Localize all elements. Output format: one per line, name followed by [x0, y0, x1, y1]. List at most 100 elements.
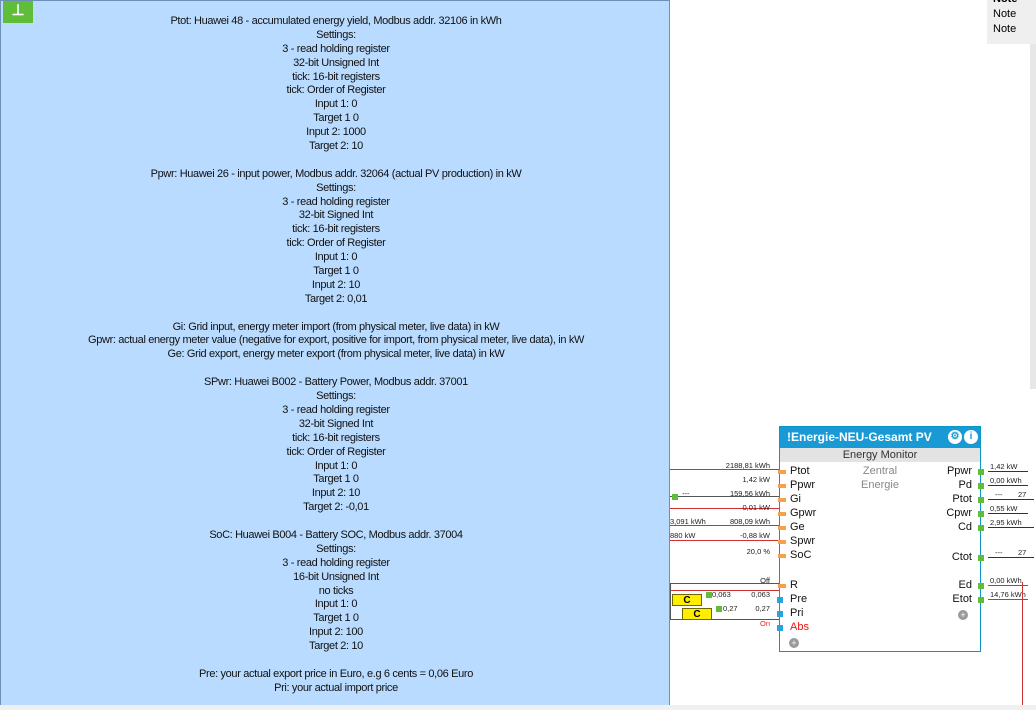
note-line: Ge: Grid export, energy meter export (fr… — [167, 348, 505, 361]
note-line: Settings: — [316, 390, 356, 403]
input-pre: Pre — [790, 593, 808, 605]
note-line: tick: 16-bit registers — [292, 70, 380, 83]
note-line: Ppwr: Huawei 26 - input power, Modbus ad… — [150, 167, 522, 180]
note-list-item[interactable]: Note — [987, 0, 1036, 7]
value-gi: 159,56 kWh — [729, 489, 770, 498]
note-line: Input 2: 10 — [311, 278, 361, 291]
center-text-1: Zentral — [862, 465, 898, 477]
output-port[interactable] — [978, 597, 984, 603]
wire — [670, 583, 671, 619]
wire — [988, 557, 1034, 558]
value-out-cd: 2,95 kWh — [990, 518, 1022, 527]
output-etot: Etot — [952, 593, 972, 605]
vertical-scrollbar[interactable] — [1030, 44, 1036, 389]
block-subtitle: Energy Monitor — [780, 448, 980, 462]
value-ppwr: 1,42 kW — [742, 475, 770, 484]
value-spwr: -0,88 kW — [739, 531, 770, 540]
value-spwr-left: 880 kW — [670, 531, 696, 540]
value-out-cpwr: 0,55 kW — [990, 504, 1018, 513]
note-line: Pre: your actual export price in Euro, e… — [199, 667, 473, 680]
input-port[interactable] — [777, 611, 783, 617]
notes-list: Note Note Note — [987, 0, 1036, 44]
note-list-item[interactable]: Note — [987, 22, 1036, 37]
input-pri: Pri — [790, 607, 804, 619]
input-port[interactable] — [777, 625, 783, 631]
wire — [988, 485, 1028, 486]
value-soc: 20,0 % — [746, 547, 770, 556]
info-icon[interactable]: i — [964, 430, 978, 444]
block-title-bar[interactable]: !Energie-NEU-Gesamt PV ⚙ i — [780, 427, 980, 448]
output-port[interactable] — [978, 525, 984, 531]
note-line: 3 - read holding register — [282, 403, 390, 416]
value-out-ctot-dash: --- — [995, 548, 1003, 557]
energy-monitor-block[interactable]: !Energie-NEU-Gesamt PV ⚙ i Energy Monito… — [777, 426, 984, 652]
note-line: Target 1 0 — [313, 473, 359, 486]
note-line: Input 1: 0 — [314, 459, 358, 472]
input-port[interactable] — [778, 512, 786, 516]
note-line: Input 2: 10 — [311, 487, 361, 500]
output-cpwr: Cpwr — [946, 507, 972, 519]
value-ptot: 2188,81 kWh — [725, 461, 770, 470]
output-port[interactable] — [978, 511, 984, 517]
output-port[interactable] — [978, 555, 984, 561]
value-r: Off — [760, 576, 770, 585]
value-pri-left: 0,27 — [723, 604, 738, 613]
info-note-panel[interactable]: ⊥ Ptot: Huawei 48 - accumulated energy y… — [0, 0, 670, 706]
input-port[interactable] — [778, 498, 786, 502]
note-line: 32-bit Signed Int — [298, 209, 374, 222]
add-output-icon[interactable]: + — [958, 610, 968, 620]
green-port[interactable] — [706, 592, 712, 598]
note-line: Gi: Grid input, energy meter import (fro… — [172, 320, 500, 333]
value-ge: 808,09 kWh — [729, 517, 770, 526]
input-ge: Ge — [790, 521, 805, 533]
constant-block-pri[interactable]: C — [682, 608, 712, 620]
green-port[interactable] — [716, 606, 722, 612]
input-spwr: Spwr — [790, 535, 816, 547]
value-ge-left: 3,091 kWh — [670, 517, 706, 526]
output-port[interactable] — [978, 483, 984, 489]
output-cd: Cd — [957, 521, 972, 533]
note-line: Target 1 0 — [313, 612, 359, 625]
note-list-item[interactable]: Note — [987, 7, 1036, 22]
input-port[interactable] — [778, 540, 786, 544]
note-line: Target 2: 10 — [309, 640, 363, 653]
note-line: 32-bit Signed Int — [298, 417, 374, 430]
value-out-ctot: 27 — [1018, 548, 1027, 557]
input-abs: Abs — [790, 621, 809, 633]
input-port[interactable] — [778, 526, 786, 530]
note-line: 32-bit Unsigned Int — [293, 56, 379, 69]
input-port[interactable] — [778, 484, 786, 488]
output-port[interactable] — [978, 497, 984, 503]
input-gi: Gi — [790, 493, 801, 505]
constant-block-pre[interactable]: C — [672, 594, 702, 606]
output-port[interactable] — [978, 583, 984, 589]
block-title: !Energie-NEU-Gesamt PV — [787, 430, 932, 444]
value-out-ed: 0,00 kWh — [990, 576, 1022, 585]
value-gpwr: 0,01 kW — [742, 503, 770, 512]
note-line: Input 2: 1000 — [306, 126, 366, 139]
output-port[interactable] — [978, 469, 984, 475]
note-line — [1, 154, 669, 168]
wire — [988, 527, 1034, 528]
note-line: no ticks — [318, 584, 354, 597]
note-line: Gpwr: actual energy meter value (negativ… — [88, 334, 584, 347]
note-line: Target 1 0 — [313, 112, 359, 125]
note-line: Target 1 0 — [313, 265, 359, 278]
value-out-etot: 14,76 kWh — [990, 590, 1026, 599]
center-text-2: Energie — [861, 479, 899, 491]
input-port[interactable] — [777, 597, 783, 603]
input-port[interactable] — [778, 584, 786, 588]
note-line — [1, 654, 669, 668]
note-line: tick: 16-bit registers — [292, 431, 380, 444]
green-port[interactable] — [672, 494, 678, 500]
add-input-icon[interactable]: + — [789, 638, 799, 648]
gear-icon[interactable]: ⚙ — [948, 430, 962, 444]
wire — [988, 513, 1028, 514]
note-text: Ptot: Huawei 48 - accumulated energy yie… — [1, 15, 669, 696]
input-port[interactable] — [778, 554, 786, 558]
input-ppwr: Ppwr — [790, 479, 816, 491]
value-pre-left: 0,063 — [712, 590, 731, 599]
input-port[interactable] — [778, 470, 786, 474]
note-line: tick: Order of Register — [286, 445, 386, 458]
note-line: Input 1: 0 — [314, 251, 358, 264]
